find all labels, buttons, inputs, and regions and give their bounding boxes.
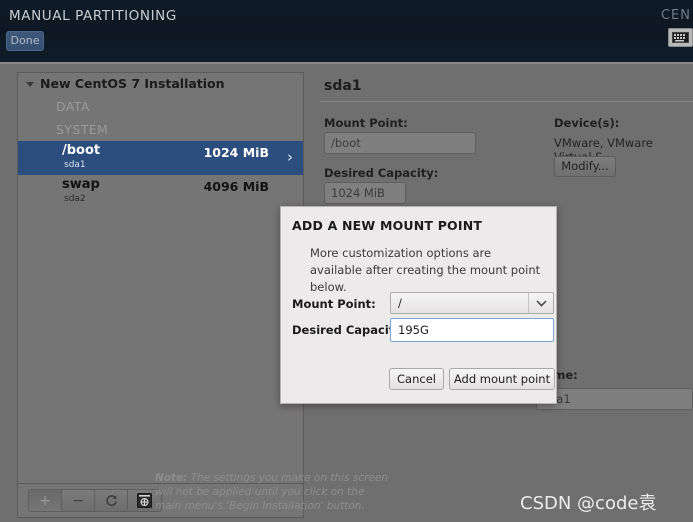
modify-button[interactable]: Modify... (554, 156, 616, 177)
dialog-mount-point-value: / (398, 296, 402, 310)
cancel-button[interactable]: Cancel (389, 368, 444, 390)
partition-scroll-area[interactable]: New CentOS 7 Installation DATA SYSTEM /b… (18, 73, 303, 483)
partition-mountpoint: /boot (62, 143, 101, 158)
add-mount-point-dialog: ADD A NEW MOUNT POINT More customization… (280, 206, 557, 404)
remove-partition-button[interactable]: − (62, 490, 95, 511)
partition-group-header[interactable]: New CentOS 7 Installation (18, 73, 303, 95)
name-input[interactable]: sda1 (536, 388, 693, 410)
dialog-description: More customization options are available… (310, 246, 541, 294)
detail-title: sda1 (324, 78, 362, 94)
partition-group-label: New CentOS 7 Installation (40, 76, 225, 91)
toolbar-button-group: + − (28, 489, 162, 512)
note-body: The settings you make on this screen wil… (155, 472, 388, 512)
partition-mountpoint: swap (62, 177, 100, 192)
note-text: Note: The settings you make on this scre… (155, 471, 393, 513)
dialog-mount-point-label: Mount Point: (292, 297, 376, 311)
partition-size: 4096 MiB (203, 179, 269, 194)
section-label-data: DATA (56, 99, 90, 114)
partition-device: sda2 (64, 194, 86, 204)
add-partition-button[interactable]: + (29, 490, 62, 511)
detail-divider (320, 101, 693, 102)
mount-point-label: Mount Point: (324, 116, 408, 130)
keyboard-layout-icon[interactable] (668, 28, 693, 47)
desired-capacity-label: Desired Capacity: (324, 166, 439, 180)
refresh-icon[interactable] (95, 490, 128, 511)
section-label-system: SYSTEM (56, 122, 109, 137)
done-button[interactable]: Done (6, 31, 44, 51)
brand-label: CEN (660, 8, 691, 23)
devices-label: Device(s): (554, 116, 620, 130)
mount-point-input[interactable]: /boot (324, 132, 476, 154)
add-mount-point-button[interactable]: Add mount point (449, 368, 555, 390)
page-title: MANUAL PARTITIONING (9, 8, 177, 24)
triangle-down-icon (26, 82, 34, 87)
partition-row-swap[interactable]: swap sda2 4096 MiB (18, 175, 303, 209)
partition-row-boot[interactable]: /boot sda1 1024 MiB › (18, 141, 303, 175)
chevron-down-icon[interactable] (528, 293, 553, 313)
desired-capacity-input[interactable]: 1024 MiB (324, 182, 406, 204)
dialog-title: ADD A NEW MOUNT POINT (292, 218, 483, 233)
partition-tree-panel: New CentOS 7 Installation DATA SYSTEM /b… (17, 72, 304, 484)
chevron-right-icon: › (286, 148, 293, 166)
window-header: MANUAL PARTITIONING Done CEN (0, 0, 693, 64)
partition-size: 1024 MiB (203, 145, 269, 160)
note-prefix: Note: (155, 472, 188, 484)
partition-device: sda1 (64, 160, 86, 170)
dialog-desired-capacity-input[interactable]: 195G (390, 318, 554, 342)
dialog-mount-point-combobox[interactable]: / (390, 292, 554, 314)
